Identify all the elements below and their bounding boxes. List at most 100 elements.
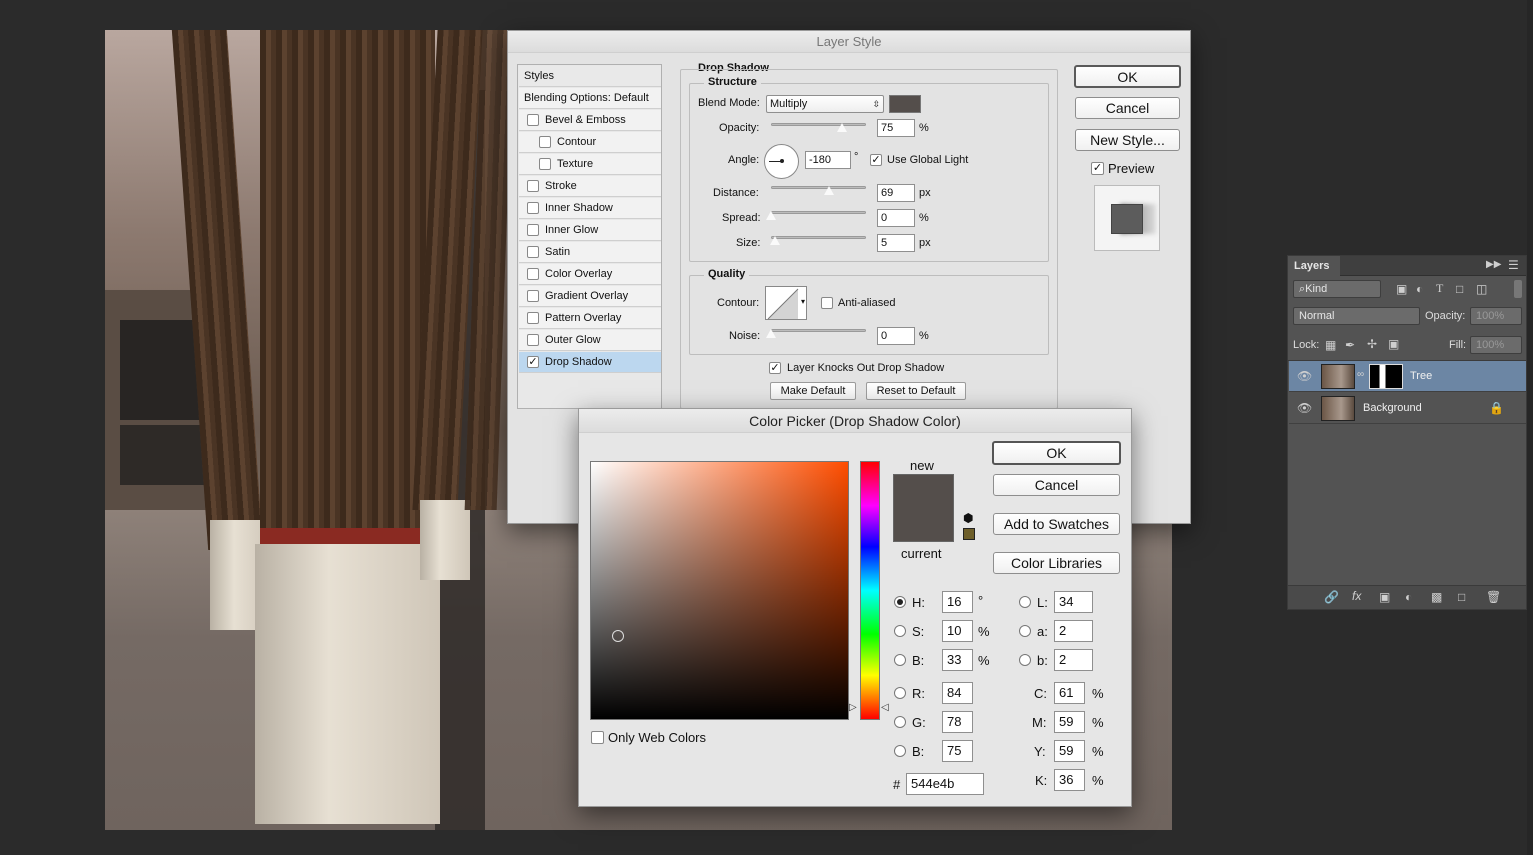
color-field[interactable] — [590, 461, 849, 720]
style-item-checkbox[interactable] — [527, 268, 539, 280]
style-item[interactable]: Texture — [519, 154, 661, 175]
style-item[interactable]: Stroke — [519, 176, 661, 197]
knocks-out-checkbox[interactable]: ✓ — [769, 362, 781, 374]
blending-options[interactable]: Blending Options: Default — [519, 88, 661, 109]
hue-slider[interactable] — [860, 461, 880, 720]
adjustment-filter-icon[interactable]: ◐ — [1416, 282, 1423, 296]
link-layers-icon[interactable]: 🔗 — [1324, 590, 1339, 604]
size-slider-thumb[interactable] — [769, 235, 781, 246]
opacity-slider[interactable] — [771, 123, 866, 126]
noise-field[interactable]: 0 — [877, 327, 915, 345]
layer-style-cancel-button[interactable]: Cancel — [1075, 97, 1180, 119]
layer-style-ok-button[interactable]: OK — [1074, 65, 1181, 88]
style-item-checkbox[interactable] — [527, 312, 539, 324]
distance-field[interactable]: 69 — [877, 184, 915, 202]
hex-field[interactable]: 544e4b — [906, 773, 984, 795]
out-of-gamut-cube-icon[interactable]: ⬢ — [963, 511, 973, 525]
lock-transparent-icon[interactable]: ▦ — [1325, 338, 1336, 352]
style-item[interactable]: Gradient Overlay — [519, 286, 661, 307]
style-item[interactable]: Outer Glow — [519, 330, 661, 351]
style-item[interactable]: Inner Glow — [519, 220, 661, 241]
lock-all-icon[interactable]: ▣ — [1388, 337, 1399, 351]
r-radio[interactable] — [894, 687, 906, 699]
color-picker-cancel-button[interactable]: Cancel — [993, 474, 1120, 496]
style-item-checkbox[interactable] — [527, 224, 539, 236]
type-filter-icon[interactable]: T — [1436, 281, 1443, 296]
distance-slider[interactable] — [771, 186, 866, 189]
h-field[interactable]: 16 — [942, 591, 973, 613]
blue-radio[interactable] — [894, 745, 906, 757]
style-item[interactable]: ✓ Drop Shadow — [519, 352, 661, 373]
contour-picker[interactable]: ▾ — [765, 286, 807, 320]
preview-checkbox[interactable]: ✓ — [1091, 162, 1104, 175]
color-picker-ok-button[interactable]: OK — [992, 441, 1121, 465]
style-item-checkbox[interactable]: ✓ — [527, 356, 539, 368]
anti-aliased-checkbox[interactable] — [821, 297, 833, 309]
only-web-colors-checkbox[interactable] — [591, 731, 604, 744]
style-item-checkbox[interactable] — [527, 180, 539, 192]
spread-field[interactable]: 0 — [877, 209, 915, 227]
g-radio[interactable] — [894, 716, 906, 728]
kind-filter-select[interactable]: ⌕Kind — [1293, 280, 1381, 298]
reset-default-button[interactable]: Reset to Default — [866, 382, 966, 400]
use-global-light-checkbox[interactable]: ✓ — [870, 154, 882, 166]
g-field[interactable]: 78 — [942, 711, 973, 733]
layer-row[interactable]: 👁 🔒 Background — [1289, 393, 1526, 424]
b-field[interactable]: 33 — [942, 649, 973, 671]
style-item-checkbox[interactable] — [539, 136, 551, 148]
layer-opacity-field[interactable]: 100% — [1470, 307, 1522, 325]
fx-icon[interactable]: fx — [1352, 589, 1361, 603]
current-color-swatch[interactable] — [893, 508, 954, 542]
a-radio[interactable] — [1019, 625, 1031, 637]
style-item[interactable]: Color Overlay — [519, 264, 661, 285]
c-field[interactable]: 61 — [1054, 682, 1085, 704]
layer-name[interactable]: Tree — [1410, 370, 1432, 382]
lab-b-radio[interactable] — [1019, 654, 1031, 666]
style-item[interactable]: Bevel & Emboss — [519, 110, 661, 131]
eye-icon[interactable]: 👁 — [1297, 401, 1312, 415]
m-field[interactable]: 59 — [1054, 711, 1085, 733]
spread-slider-thumb[interactable] — [765, 210, 777, 221]
new-group-icon[interactable]: ▩ — [1431, 590, 1442, 604]
distance-slider-thumb[interactable] — [823, 185, 835, 196]
style-item-checkbox[interactable] — [527, 246, 539, 258]
collapse-icon[interactable]: ▶▶ — [1486, 259, 1501, 270]
style-item-checkbox[interactable] — [527, 290, 539, 302]
make-default-button[interactable]: Make Default — [770, 382, 856, 400]
color-libraries-button[interactable]: Color Libraries — [993, 552, 1120, 574]
style-item-checkbox[interactable] — [527, 114, 539, 126]
a-field[interactable]: 2 — [1054, 620, 1093, 642]
style-item[interactable]: Satin — [519, 242, 661, 263]
blend-mode-select[interactable]: Multiply ⇳ — [766, 95, 884, 113]
shape-filter-icon[interactable]: □ — [1456, 282, 1463, 296]
l-radio[interactable] — [1019, 596, 1031, 608]
lab-b-field[interactable]: 2 — [1054, 649, 1093, 671]
noise-slider[interactable] — [771, 329, 866, 332]
angle-field[interactable]: -180 — [805, 151, 851, 169]
size-slider[interactable] — [771, 236, 866, 239]
shadow-color-swatch[interactable] — [889, 95, 921, 113]
opacity-field[interactable]: 75 — [877, 119, 915, 137]
layer-name[interactable]: Background — [1363, 402, 1422, 414]
eye-icon[interactable]: 👁 — [1297, 369, 1312, 383]
r-field[interactable]: 84 — [942, 682, 973, 704]
lock-brush-icon[interactable]: ✒ — [1345, 338, 1355, 352]
size-field[interactable]: 5 — [877, 234, 915, 252]
spread-slider[interactable] — [771, 211, 866, 214]
b-radio[interactable] — [894, 654, 906, 666]
color-field-cursor[interactable] — [612, 630, 624, 642]
angle-dial[interactable] — [764, 144, 799, 179]
s-radio[interactable] — [894, 625, 906, 637]
blend-mode-layer-select[interactable]: Normal — [1293, 307, 1420, 325]
filter-toggle[interactable] — [1514, 280, 1522, 298]
new-adjustment-icon[interactable]: ◐ — [1405, 590, 1412, 604]
trash-icon[interactable]: 🗑 — [1486, 590, 1501, 604]
l-field[interactable]: 34 — [1054, 591, 1093, 613]
pixel-filter-icon[interactable]: ▣ — [1396, 282, 1407, 296]
style-item[interactable]: Inner Shadow — [519, 198, 661, 219]
fill-field[interactable]: 100% — [1470, 336, 1522, 354]
h-radio[interactable] — [894, 596, 906, 608]
styles-header[interactable]: Styles — [519, 66, 661, 87]
add-to-swatches-button[interactable]: Add to Swatches — [993, 513, 1120, 535]
lock-move-icon[interactable]: ✢ — [1367, 337, 1377, 351]
